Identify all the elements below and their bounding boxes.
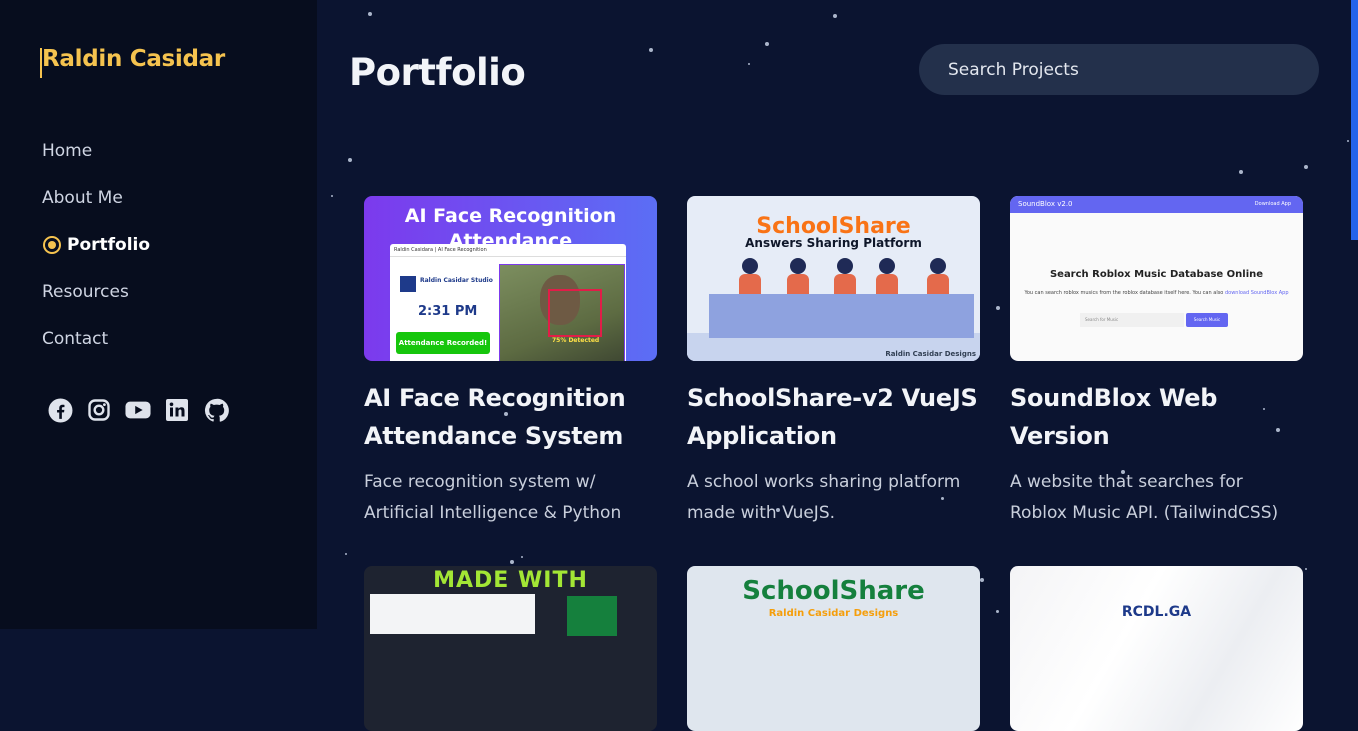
nav-item-about-me[interactable]: About Me bbox=[42, 174, 150, 221]
face-detection-box bbox=[548, 289, 602, 337]
navbar-link: Download App bbox=[1254, 201, 1291, 207]
subtext-link: download SoundBlox App bbox=[1224, 290, 1289, 296]
facebook-icon[interactable] bbox=[47, 397, 73, 423]
nav-item-resources[interactable]: Resources bbox=[42, 268, 150, 315]
student-illustration bbox=[879, 258, 895, 274]
studio-logo-icon bbox=[400, 276, 416, 292]
thumbnail-heading: Search Roblox Music Database Online bbox=[1049, 269, 1264, 280]
thumbnail-heading: RCDL.GA bbox=[1121, 604, 1192, 620]
nav-item-contact[interactable]: Contact bbox=[42, 315, 150, 362]
student-illustration bbox=[930, 258, 946, 274]
social-links bbox=[47, 397, 229, 423]
spreadsheet-illustration bbox=[370, 594, 535, 634]
scrollbar-thumb[interactable] bbox=[1351, 0, 1358, 240]
nav-item-label: Home bbox=[42, 140, 93, 161]
linkedin-icon[interactable] bbox=[164, 397, 190, 423]
instagram-icon[interactable] bbox=[86, 397, 112, 423]
thumbnail-subtext: You can search roblox musics from the ro… bbox=[1010, 290, 1303, 296]
project-thumbnail: AI Face Recognition Attendance Raldin Ca… bbox=[364, 196, 657, 361]
project-title: AI Face Recognition Attendance System bbox=[364, 384, 626, 450]
youtube-icon[interactable] bbox=[125, 397, 151, 423]
sidebar-nav: Home About Me Portfolio Resources Contac… bbox=[42, 127, 150, 362]
project-card-excel[interactable]: MADE WITH bbox=[364, 566, 657, 731]
thumbnail-search-button: Search Music bbox=[1186, 313, 1228, 327]
active-indicator-icon bbox=[43, 235, 61, 254]
project-description: A website that searches for Roblox Music… bbox=[1010, 472, 1279, 523]
studio-name: Raldin Casidar Studio bbox=[420, 277, 493, 284]
thumbnail-heading: SchoolShare bbox=[742, 576, 925, 606]
thumbnail-subheading: Answers Sharing Platform bbox=[745, 236, 922, 250]
thumbnail-navbar: Download App SoundBlox v2.0 bbox=[1010, 196, 1303, 213]
thumbnail-heading: MADE WITH bbox=[433, 568, 588, 593]
thumbnail-subheading: Raldin Casidar Designs bbox=[768, 608, 899, 619]
project-card-schoolshare[interactable]: SchoolShare Answers Sharing Platform Ral… bbox=[687, 196, 980, 529]
nav-item-label: About Me bbox=[42, 187, 123, 208]
subtext-body: You can search roblox musics from the ro… bbox=[1024, 290, 1224, 296]
student-illustration bbox=[790, 258, 806, 274]
page-title: Portfolio bbox=[349, 51, 526, 94]
project-thumbnail: SchoolShare Answers Sharing Platform Ral… bbox=[687, 196, 980, 361]
brand-logo[interactable]: Raldin Casidar bbox=[40, 46, 225, 78]
project-description: A school works sharing platform made wit… bbox=[687, 472, 961, 523]
project-card-schoolshare-design[interactable]: SchoolShare Raldin Casidar Designs bbox=[687, 566, 980, 731]
nav-item-label: Portfolio bbox=[67, 234, 151, 255]
search-input[interactable] bbox=[919, 44, 1319, 95]
project-description: Face recognition system w/ Artificial In… bbox=[364, 472, 622, 523]
github-icon[interactable] bbox=[203, 397, 229, 423]
project-thumbnail: MADE WITH bbox=[364, 566, 657, 731]
excel-icon bbox=[567, 596, 617, 636]
sidebar: Raldin Casidar Home About Me Portfolio R… bbox=[0, 0, 317, 629]
project-title: SoundBlox Web Version bbox=[1010, 384, 1218, 450]
navbar-title: SoundBlox v2.0 bbox=[1018, 200, 1073, 208]
project-thumbnail: Download App SoundBlox v2.0 Search Roblox… bbox=[1010, 196, 1303, 361]
project-thumbnail: SchoolShare Raldin Casidar Designs bbox=[687, 566, 980, 731]
project-thumbnail: RCDL.GA bbox=[1010, 566, 1303, 731]
project-card-soundblox[interactable]: Download App SoundBlox v2.0 Search Roblox… bbox=[1010, 196, 1303, 529]
project-card-ai-face-recognition[interactable]: AI Face Recognition Attendance Raldin Ca… bbox=[364, 196, 657, 529]
desks-illustration bbox=[709, 294, 974, 338]
thumbnail-search-field: Search for Music bbox=[1080, 313, 1184, 327]
nav-item-label: Contact bbox=[42, 328, 109, 349]
nav-item-label: Resources bbox=[42, 281, 129, 302]
thumbnail-signature: Raldin Casidar Designs bbox=[885, 350, 976, 358]
camera-feed: 75% Detected bbox=[499, 264, 625, 361]
project-title: SchoolShare-v2 VueJS Application bbox=[687, 384, 978, 450]
nav-item-portfolio[interactable]: Portfolio bbox=[42, 221, 150, 268]
attendance-status: Attendance Recorded! bbox=[396, 332, 490, 354]
student-illustration bbox=[742, 258, 758, 274]
detection-label: 75% Detected bbox=[552, 337, 600, 344]
student-illustration bbox=[837, 258, 853, 274]
clock-time: 2:31 PM bbox=[418, 304, 478, 319]
thumbnail-window: Raldin Casidara | AI Face Recognition Ra… bbox=[390, 244, 626, 361]
project-card-rcdl[interactable]: RCDL.GA bbox=[1010, 566, 1303, 731]
window-title: Raldin Casidara | AI Face Recognition bbox=[390, 244, 626, 257]
nav-item-home[interactable]: Home bbox=[42, 127, 150, 174]
